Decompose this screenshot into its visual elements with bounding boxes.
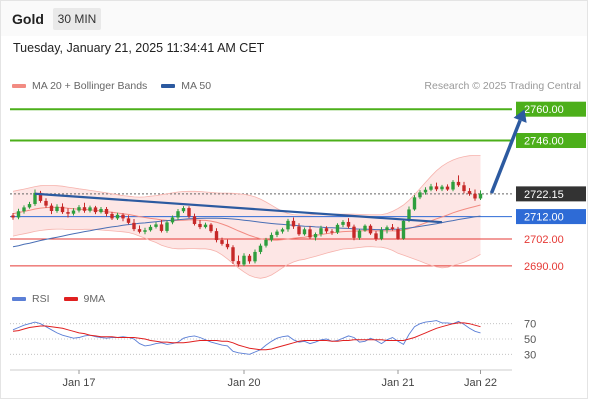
candle-body-26 [154,224,158,227]
level-label-3: 2712.00 [524,212,564,224]
candle-body-43 [247,255,252,262]
candle-body-40 [231,247,235,262]
candle-body-52 [297,226,301,235]
candle-body-85 [478,193,483,199]
candle-body-30 [176,211,180,218]
x-tick-label-0: Jan 17 [62,377,95,389]
candle-body-60 [341,221,345,225]
candle-body-31 [181,208,186,212]
candle-body-22 [132,222,136,230]
candle-body-55 [313,234,318,238]
candle-body-36 [209,224,213,232]
x-tick-label-2: Jan 21 [381,377,414,389]
candle-body-80 [451,181,455,190]
candle-body-14 [88,207,92,211]
candle-body-3 [27,204,32,208]
candle-body-63 [357,230,362,238]
candle-body-12 [77,207,81,211]
candle-body-23 [137,229,142,232]
candle-body-17 [104,208,109,214]
candle-body-25 [148,226,153,231]
candle-body-38 [220,240,224,244]
candle-body-49 [280,229,285,232]
rsi-tick-label-1: 50 [524,334,536,346]
candle-body-70 [396,229,400,239]
candle-body-57 [324,228,329,232]
candle-body-20 [121,214,125,219]
candle-body-83 [467,191,472,194]
projection-arrow-shaft [489,119,522,194]
candle-body-56 [319,228,323,235]
candle-body-39 [225,243,230,248]
candle-body-51 [291,220,296,227]
candle-body-1 [16,211,21,218]
candle-body-54 [308,229,312,238]
candle-body-37 [214,231,219,241]
candle-body-33 [192,216,197,224]
level-label-0: 2760.00 [524,104,564,116]
candle-body-75 [423,189,428,193]
x-tick-label-3: Jan 22 [464,377,497,389]
candle-body-58 [330,231,334,233]
candle-body-2 [22,207,26,212]
x-tick-label-1: Jan 20 [227,377,260,389]
level-label-2: 2722.15 [524,189,564,201]
candle-body-74 [418,192,422,198]
candle-body-48 [275,231,279,235]
candle-body-46 [264,239,268,246]
candle-body-81 [456,181,461,186]
candle-body-29 [170,217,175,223]
candle-body-18 [110,213,114,219]
candle-body-27 [159,224,164,231]
rsi-line [12,320,481,355]
candle-body-84 [473,193,477,199]
candle-body-7 [49,205,54,211]
candle-body-64 [363,225,367,231]
candle-body-47 [269,234,274,240]
level-label-4: 2702.00 [524,234,564,246]
candle-body-82 [462,185,466,192]
level-label-5: 2690.00 [524,261,564,273]
rsi-tick-label-2: 30 [524,349,536,361]
candle-body-44 [253,251,257,262]
price-chart: 2760.00 2746.00 2722.15 2712.00 2702.00 2690.… [10,101,586,389]
candle-body-65 [368,225,373,234]
candle-body-76 [429,186,433,190]
candle-body-6 [44,200,48,206]
candle-body-9 [60,206,65,213]
candle-body-24 [143,230,147,232]
candle-body-79 [445,186,450,190]
candle-body-68 [385,227,389,231]
candle-body-8 [55,206,59,211]
candle-body-13 [82,207,87,211]
candle-body-53 [302,229,307,235]
candle-body-15 [93,207,98,213]
candle-body-67 [379,230,384,239]
candle-body-19 [115,214,120,219]
candle-body-32 [187,208,191,217]
candle-body-34 [198,223,202,228]
candle-body-45 [258,245,263,252]
rsi-tick-label-0: 70 [524,319,536,331]
candle-body-59 [335,224,340,233]
candle-body-10 [66,212,70,214]
candle-body-21 [126,218,131,223]
candle-body-61 [346,221,351,227]
candle-body-71 [401,220,406,239]
candle-body-28 [165,222,169,231]
candle-body-66 [374,233,378,239]
candle-body-41 [236,261,241,265]
candle-body-77 [434,186,439,190]
candle-body-42 [242,255,246,265]
candle-body-0 [11,215,15,218]
candle-body-73 [412,197,417,210]
candle-body-35 [203,224,208,228]
candle-body-69 [390,227,395,230]
level-label-1: 2746.00 [524,136,564,148]
candle-body-11 [71,210,76,214]
candle-body-62 [352,226,356,238]
candle-body-78 [440,186,444,190]
candle-body-50 [286,220,290,230]
candle-body-16 [99,208,103,213]
